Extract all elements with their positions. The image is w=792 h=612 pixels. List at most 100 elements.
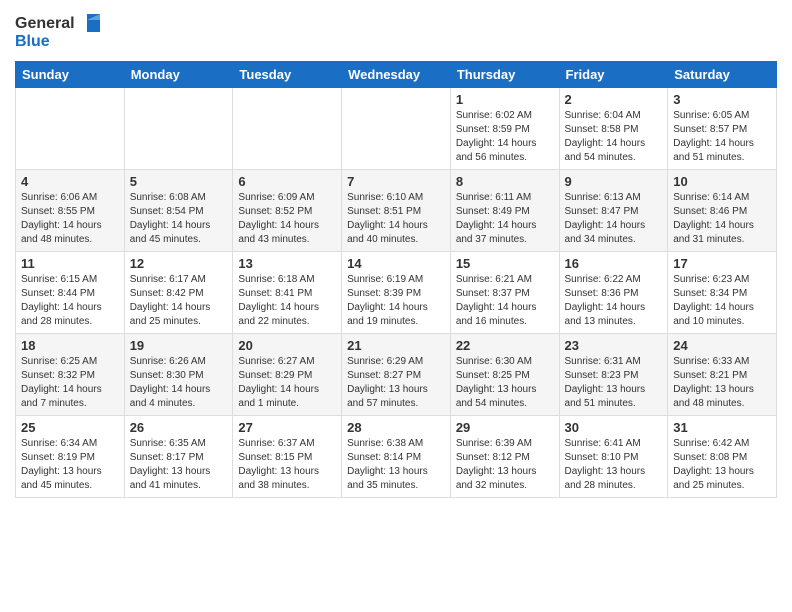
day-cell-14: 14 Sunrise: 6:19 AM Sunset: 8:39 PM Dayli…: [342, 252, 451, 334]
day-info: Sunrise: 6:35 AM Sunset: 8:17 PM Dayligh…: [130, 437, 228, 493]
day-number: 10: [673, 174, 771, 189]
day-cell-9: 9 Sunrise: 6:13 AM Sunset: 8:47 PM Daylig…: [559, 170, 668, 252]
day-header-sunday: Sunday: [16, 62, 125, 88]
day-cell-21: 21 Sunrise: 6:29 AM Sunset: 8:27 PM Dayli…: [342, 334, 451, 416]
day-info: Sunrise: 6:13 AM Sunset: 8:47 PM Dayligh…: [565, 191, 663, 247]
day-header-thursday: Thursday: [450, 62, 559, 88]
day-number: 19: [130, 338, 228, 353]
day-cell-29: 29Sunrise: 6:39 AM Sunset: 8:12 PM Dayli…: [450, 416, 559, 498]
day-cell-23: 23Sunrise: 6:31 AM Sunset: 8:23 PM Dayli…: [559, 334, 668, 416]
day-cell-30: 30 Sunrise: 6:41 AM Sunset: 8:10 PM Dayli…: [559, 416, 668, 498]
day-info: Sunrise: 6:42 AM Sunset: 8:08 PM Dayligh…: [673, 437, 771, 493]
day-number: 18: [21, 338, 119, 353]
day-header-saturday: Saturday: [668, 62, 777, 88]
day-info: Sunrise: 6:34 AM Sunset: 8:19 PM Dayligh…: [21, 437, 119, 493]
day-number: 31: [673, 420, 771, 435]
day-header-wednesday: Wednesday: [342, 62, 451, 88]
day-number: 17: [673, 256, 771, 271]
day-info: Sunrise: 6:08 AM Sunset: 8:54 PM Dayligh…: [130, 191, 228, 247]
day-cell-26: 26 Sunrise: 6:35 AM Sunset: 8:17 PM Dayli…: [124, 416, 233, 498]
day-cell-31: 31 Sunrise: 6:42 AM Sunset: 8:08 PM Dayli…: [668, 416, 777, 498]
day-info: Sunrise: 6:19 AM Sunset: 8:39 PM Dayligh…: [347, 273, 445, 329]
empty-cell: [342, 88, 451, 170]
logo: General Blue: [15, 10, 105, 55]
week-row-3: 18 Sunrise: 6:25 AM Sunset: 8:32 PM Dayli…: [16, 334, 777, 416]
header: General Blue: [15, 10, 777, 55]
day-info: Sunrise: 6:11 AM Sunset: 8:49 PM Dayligh…: [456, 191, 554, 247]
day-info: Sunrise: 6:15 AM Sunset: 8:44 PM Dayligh…: [21, 273, 119, 329]
day-cell-11: 11Sunrise: 6:15 AM Sunset: 8:44 PM Dayli…: [16, 252, 125, 334]
day-number: 3: [673, 92, 771, 107]
day-number: 13: [238, 256, 336, 271]
day-number: 15: [456, 256, 554, 271]
day-info: Sunrise: 6:10 AM Sunset: 8:51 PM Dayligh…: [347, 191, 445, 247]
day-cell-3: 3Sunrise: 6:05 AM Sunset: 8:57 PM Daylig…: [668, 88, 777, 170]
day-info: Sunrise: 6:06 AM Sunset: 8:55 PM Dayligh…: [21, 191, 119, 247]
svg-text:Blue: Blue: [15, 33, 50, 50]
week-row-4: 25 Sunrise: 6:34 AM Sunset: 8:19 PM Dayli…: [16, 416, 777, 498]
day-cell-6: 6 Sunrise: 6:09 AM Sunset: 8:52 PM Daylig…: [233, 170, 342, 252]
day-number: 20: [238, 338, 336, 353]
svg-text:General: General: [15, 15, 75, 32]
week-row-0: 1 Sunrise: 6:02 AM Sunset: 8:59 PM Daylig…: [16, 88, 777, 170]
day-number: 29: [456, 420, 554, 435]
day-header-monday: Monday: [124, 62, 233, 88]
day-number: 26: [130, 420, 228, 435]
day-number: 30: [565, 420, 663, 435]
day-cell-24: 24 Sunrise: 6:33 AM Sunset: 8:21 PM Dayli…: [668, 334, 777, 416]
day-cell-27: 27Sunrise: 6:37 AM Sunset: 8:15 PM Dayli…: [233, 416, 342, 498]
empty-cell: [124, 88, 233, 170]
day-info: Sunrise: 6:09 AM Sunset: 8:52 PM Dayligh…: [238, 191, 336, 247]
day-cell-2: 2Sunrise: 6:04 AM Sunset: 8:58 PM Daylig…: [559, 88, 668, 170]
day-info: Sunrise: 6:30 AM Sunset: 8:25 PM Dayligh…: [456, 355, 554, 411]
day-info: Sunrise: 6:29 AM Sunset: 8:27 PM Dayligh…: [347, 355, 445, 411]
day-info: Sunrise: 6:02 AM Sunset: 8:59 PM Dayligh…: [456, 109, 554, 165]
day-info: Sunrise: 6:37 AM Sunset: 8:15 PM Dayligh…: [238, 437, 336, 493]
day-cell-1: 1 Sunrise: 6:02 AM Sunset: 8:59 PM Daylig…: [450, 88, 559, 170]
day-number: 14: [347, 256, 445, 271]
day-number: 1: [456, 92, 554, 107]
day-number: 7: [347, 174, 445, 189]
day-info: Sunrise: 6:21 AM Sunset: 8:37 PM Dayligh…: [456, 273, 554, 329]
calendar-header-row: SundayMondayTuesdayWednesdayThursdayFrid…: [16, 62, 777, 88]
day-info: Sunrise: 6:25 AM Sunset: 8:32 PM Dayligh…: [21, 355, 119, 411]
day-cell-25: 25 Sunrise: 6:34 AM Sunset: 8:19 PM Dayli…: [16, 416, 125, 498]
day-number: 22: [456, 338, 554, 353]
day-number: 8: [456, 174, 554, 189]
day-cell-4: 4 Sunrise: 6:06 AM Sunset: 8:55 PM Daylig…: [16, 170, 125, 252]
day-info: Sunrise: 6:18 AM Sunset: 8:41 PM Dayligh…: [238, 273, 336, 329]
day-cell-15: 15 Sunrise: 6:21 AM Sunset: 8:37 PM Dayli…: [450, 252, 559, 334]
day-info: Sunrise: 6:17 AM Sunset: 8:42 PM Dayligh…: [130, 273, 228, 329]
day-number: 25: [21, 420, 119, 435]
day-number: 12: [130, 256, 228, 271]
day-number: 21: [347, 338, 445, 353]
day-info: Sunrise: 6:27 AM Sunset: 8:29 PM Dayligh…: [238, 355, 336, 411]
day-cell-18: 18 Sunrise: 6:25 AM Sunset: 8:32 PM Dayli…: [16, 334, 125, 416]
day-cell-20: 20 Sunrise: 6:27 AM Sunset: 8:29 PM Dayli…: [233, 334, 342, 416]
day-cell-22: 22 Sunrise: 6:30 AM Sunset: 8:25 PM Dayli…: [450, 334, 559, 416]
day-number: 4: [21, 174, 119, 189]
calendar-table: SundayMondayTuesdayWednesdayThursdayFrid…: [15, 61, 777, 498]
day-number: 6: [238, 174, 336, 189]
day-info: Sunrise: 6:38 AM Sunset: 8:14 PM Dayligh…: [347, 437, 445, 493]
day-cell-13: 13 Sunrise: 6:18 AM Sunset: 8:41 PM Dayli…: [233, 252, 342, 334]
day-number: 28: [347, 420, 445, 435]
day-info: Sunrise: 6:41 AM Sunset: 8:10 PM Dayligh…: [565, 437, 663, 493]
day-info: Sunrise: 6:04 AM Sunset: 8:58 PM Dayligh…: [565, 109, 663, 165]
day-info: Sunrise: 6:33 AM Sunset: 8:21 PM Dayligh…: [673, 355, 771, 411]
week-row-1: 4 Sunrise: 6:06 AM Sunset: 8:55 PM Daylig…: [16, 170, 777, 252]
day-cell-28: 28 Sunrise: 6:38 AM Sunset: 8:14 PM Dayli…: [342, 416, 451, 498]
day-cell-17: 17Sunrise: 6:23 AM Sunset: 8:34 PM Dayli…: [668, 252, 777, 334]
empty-cell: [16, 88, 125, 170]
logo-text: General Blue: [15, 10, 105, 55]
day-cell-8: 8 Sunrise: 6:11 AM Sunset: 8:49 PM Daylig…: [450, 170, 559, 252]
day-number: 23: [565, 338, 663, 353]
week-row-2: 11Sunrise: 6:15 AM Sunset: 8:44 PM Dayli…: [16, 252, 777, 334]
day-info: Sunrise: 6:22 AM Sunset: 8:36 PM Dayligh…: [565, 273, 663, 329]
day-number: 9: [565, 174, 663, 189]
day-cell-16: 16 Sunrise: 6:22 AM Sunset: 8:36 PM Dayli…: [559, 252, 668, 334]
day-cell-7: 7 Sunrise: 6:10 AM Sunset: 8:51 PM Daylig…: [342, 170, 451, 252]
day-cell-19: 19Sunrise: 6:26 AM Sunset: 8:30 PM Dayli…: [124, 334, 233, 416]
day-number: 24: [673, 338, 771, 353]
day-number: 16: [565, 256, 663, 271]
